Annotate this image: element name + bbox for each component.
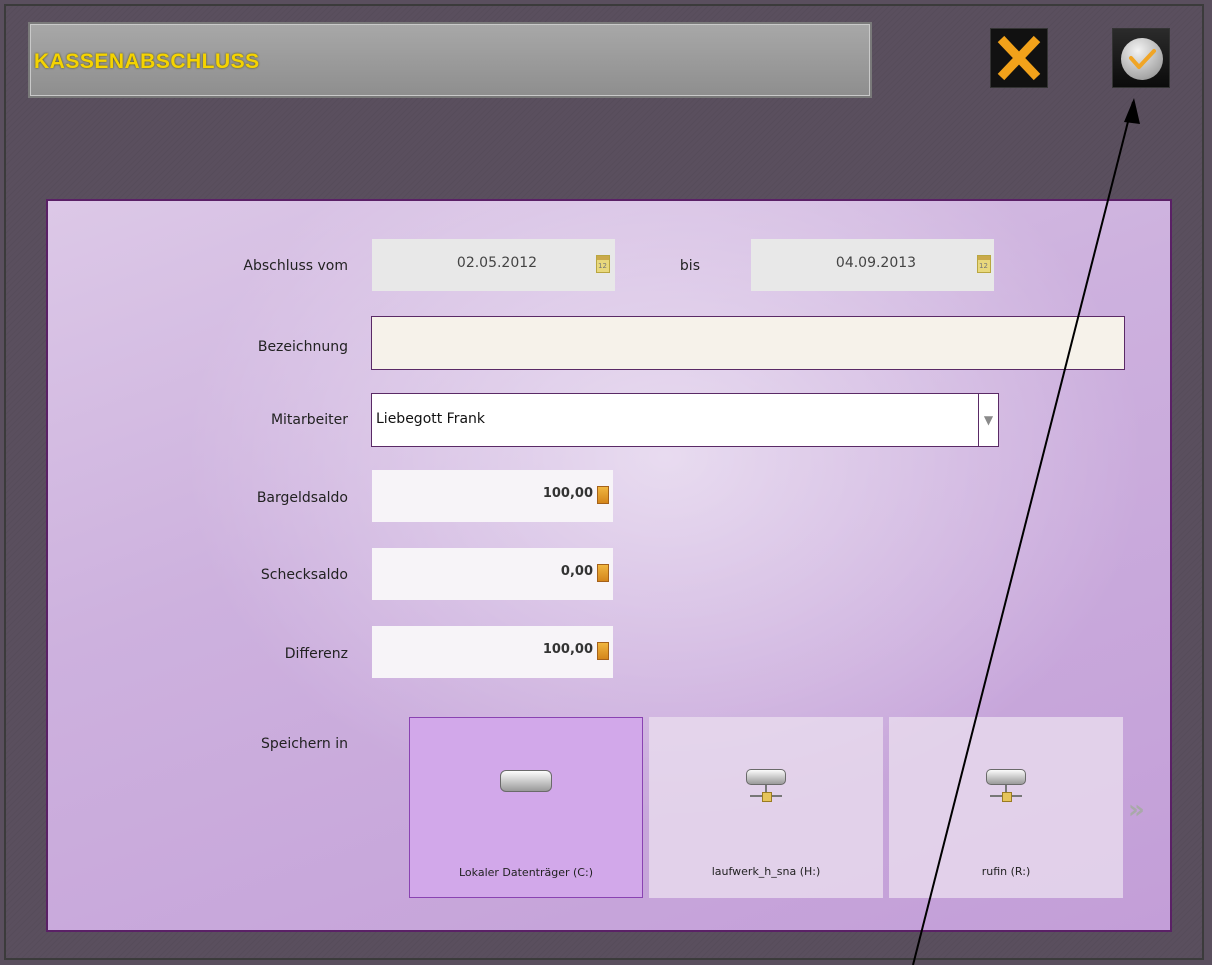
date-from-label: Abschluss vom	[243, 258, 348, 274]
calculator-icon[interactable]	[597, 642, 609, 660]
confirm-button[interactable]	[1112, 28, 1170, 88]
network-drive-icon	[986, 769, 1026, 803]
date-to-field[interactable]: 04.09.2013 12	[751, 239, 994, 291]
close-button[interactable]	[990, 28, 1048, 88]
drive-tile-local[interactable]: Lokaler Datenträger (C:)	[409, 717, 643, 898]
check-icon	[1121, 38, 1163, 80]
drive-tile-label: rufin (R:)	[981, 865, 1031, 878]
description-label: Bezeichnung	[257, 339, 348, 355]
local-drive-icon	[500, 770, 552, 792]
employee-select[interactable]: Liebegott Frank ▼	[371, 393, 999, 447]
calendar-icon[interactable]: 12	[977, 255, 991, 273]
check-balance-field[interactable]: 0,00	[372, 548, 613, 600]
network-drive-icon	[746, 769, 786, 803]
cash-balance-label: Bargeldsaldo	[256, 490, 348, 506]
cash-balance-field[interactable]: 100,00	[372, 470, 613, 522]
difference-field[interactable]: 100,00	[372, 626, 613, 678]
difference-value: 100,00	[542, 642, 593, 657]
employee-label: Mitarbeiter	[270, 412, 348, 428]
drive-tile-label: laufwerk_h_sna (H:)	[711, 865, 821, 878]
save-location-label: Speichern in	[260, 736, 348, 752]
description-input[interactable]	[371, 316, 1125, 370]
date-to-value: 04.09.2013	[835, 255, 917, 271]
date-to-label: bis	[679, 258, 700, 274]
drive-tile-label: Lokaler Datenträger (C:)	[458, 866, 593, 879]
calculator-icon[interactable]	[597, 564, 609, 582]
title-bar: KASSENABSCHLUSS	[28, 22, 872, 98]
difference-label: Differenz	[284, 646, 348, 662]
drive-tile-h[interactable]: laufwerk_h_sna (H:)	[649, 717, 883, 898]
next-page-icon[interactable]: »	[1128, 795, 1145, 825]
calculator-icon[interactable]	[597, 486, 609, 504]
drive-tile-r[interactable]: rufin (R:)	[889, 717, 1123, 898]
close-icon	[997, 35, 1041, 81]
dialog-title: KASSENABSCHLUSS	[34, 50, 260, 73]
chevron-down-icon[interactable]: ▼	[978, 394, 998, 446]
cash-balance-value: 100,00	[542, 486, 593, 501]
check-balance-value: 0,00	[560, 564, 593, 579]
check-balance-label: Schecksaldo	[260, 567, 348, 583]
employee-value: Liebegott Frank	[376, 411, 486, 427]
